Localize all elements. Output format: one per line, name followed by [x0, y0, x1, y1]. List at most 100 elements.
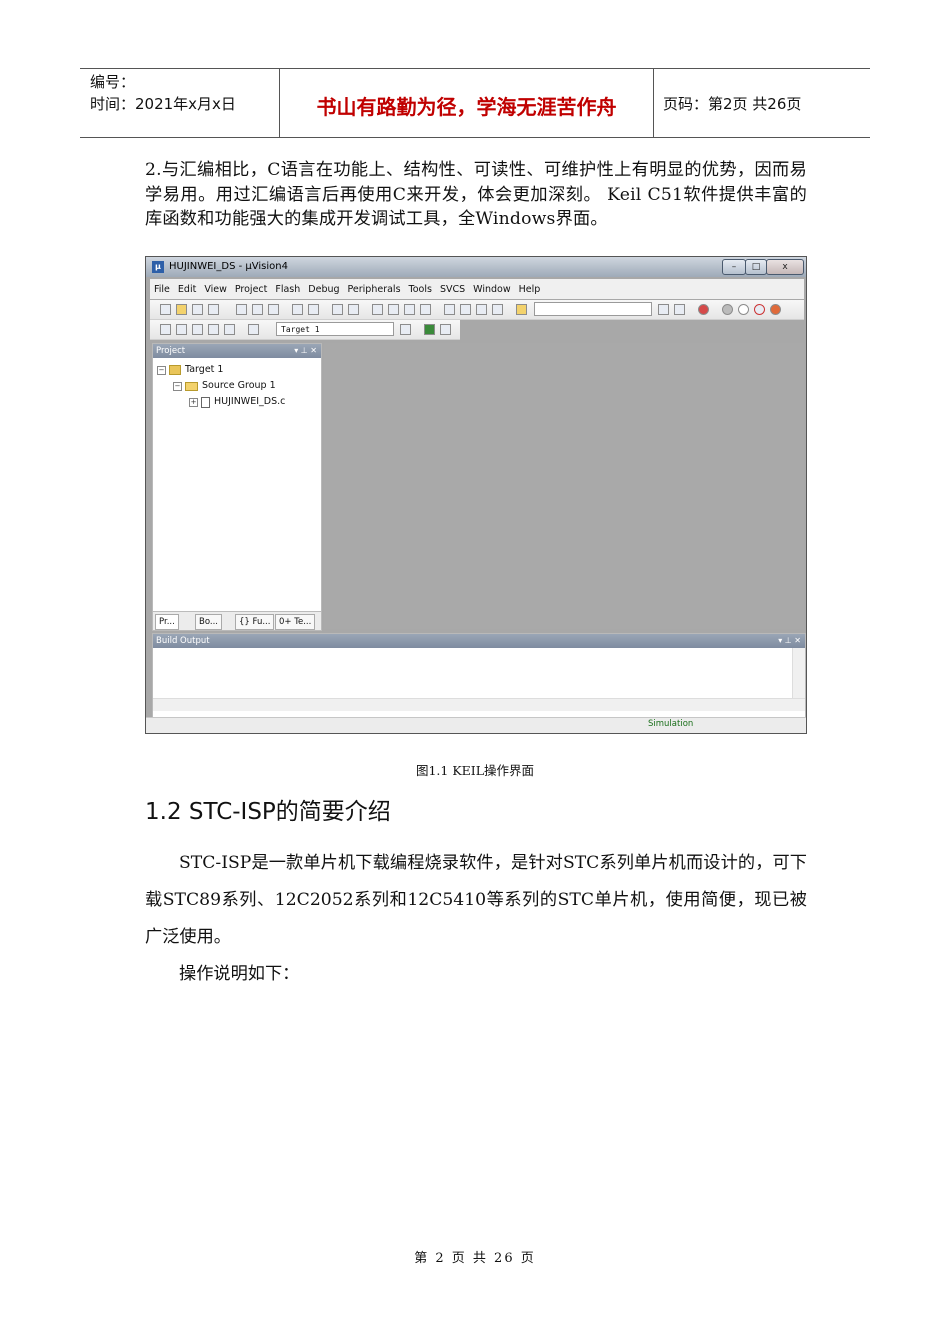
minimize-button[interactable]: –	[722, 259, 746, 275]
editor-area[interactable]	[324, 343, 804, 629]
tree-group-label: Source Group 1	[202, 380, 276, 391]
unindent-icon[interactable]	[460, 304, 471, 315]
menu-help[interactable]: Help	[519, 284, 541, 295]
maximize-button[interactable]: □	[745, 259, 767, 275]
target-options-icon[interactable]	[400, 324, 411, 335]
menu-edit[interactable]: Edit	[178, 284, 196, 295]
save-all-icon[interactable]	[208, 304, 219, 315]
tree-item-file[interactable]: + HUJINWEI_DS.c	[189, 394, 285, 410]
undo-icon[interactable]	[292, 304, 303, 315]
next-bookmark-icon[interactable]	[404, 304, 415, 315]
panel-controls-icon[interactable]: ▾ ⊥ ✕	[778, 634, 801, 648]
window-title: HUJINWEI_DS - μVision4	[169, 261, 288, 272]
uvision-app-icon: μ	[152, 261, 164, 273]
time-label: 时间：2021年x月x日	[90, 95, 236, 113]
number-label: 编号：	[90, 73, 136, 91]
rebuild-icon[interactable]	[192, 324, 203, 335]
translate-icon[interactable]	[160, 324, 171, 335]
build-output-panel: Build Output ▾ ⊥ ✕	[152, 633, 806, 729]
menu-peripherals[interactable]: Peripherals	[348, 284, 401, 295]
project-tree: − Target 1 − Source Group 1 + HUJINWEI_D…	[157, 362, 285, 410]
menu-flash[interactable]: Flash	[275, 284, 300, 295]
search-combo[interactable]	[534, 302, 652, 316]
cut-icon[interactable]	[236, 304, 247, 315]
open-folder-icon[interactable]	[176, 304, 187, 315]
paste-icon[interactable]	[268, 304, 279, 315]
main-toolbar	[150, 300, 804, 320]
tree-file-label: HUJINWEI_DS.c	[214, 396, 286, 407]
section-paragraph: 操作说明如下：	[179, 964, 300, 984]
prev-bookmark-icon[interactable]	[388, 304, 399, 315]
section-body: STC-ISP是一款单片机下载编程烧录软件，是针对STC系列单片机而设计的，可下…	[145, 845, 807, 993]
expand-icon[interactable]: +	[189, 397, 198, 407]
build-icon[interactable]	[176, 324, 187, 335]
collapse-icon[interactable]: −	[173, 381, 182, 391]
project-panel: Project ▾ ⊥ ✕ − Target 1 − Source Group …	[152, 343, 322, 631]
bookmark-icon[interactable]	[372, 304, 383, 315]
disable-breakpoint-icon[interactable]	[738, 304, 749, 315]
incremental-find-icon[interactable]	[674, 304, 685, 315]
close-button[interactable]: x	[766, 259, 804, 275]
configure-icon[interactable]	[770, 304, 781, 315]
keil-screenshot: μ HUJINWEI_DS - μVision4 – □ x File Edit…	[145, 256, 807, 734]
menu-debug[interactable]: Debug	[308, 284, 339, 295]
tab-books[interactable]: Bo...	[195, 614, 222, 630]
save-icon[interactable]	[192, 304, 203, 315]
menu-tools[interactable]: Tools	[409, 284, 432, 295]
redo-icon[interactable]	[308, 304, 319, 315]
tab-project[interactable]: Pr...	[155, 614, 179, 630]
new-file-icon[interactable]	[160, 304, 171, 315]
find-in-files-icon[interactable]	[516, 304, 527, 315]
panel-controls-icon[interactable]: ▾ ⊥ ✕	[294, 344, 317, 358]
menu-svcs[interactable]: SVCS	[440, 284, 465, 295]
figure-caption: 图1.1 KEIL操作界面	[415, 763, 535, 778]
menu-project[interactable]: Project	[235, 284, 268, 295]
horizontal-scrollbar[interactable]	[153, 698, 805, 711]
collapse-icon[interactable]: −	[157, 365, 166, 375]
select-device-icon[interactable]	[440, 324, 451, 335]
comment-icon[interactable]	[476, 304, 487, 315]
menu-file[interactable]: File	[154, 284, 170, 295]
target-dropdown[interactable]: Target 1	[276, 322, 394, 336]
manage-components-icon[interactable]	[424, 324, 435, 335]
intro-paragraph: 2.与汇编相比，C语言在功能上、结构性、可读性、可维护性上有明显的优势，因而易学…	[145, 160, 807, 229]
stop-build-icon[interactable]	[224, 324, 235, 335]
project-panel-header: Project ▾ ⊥ ✕	[153, 344, 321, 358]
debug-session-icon[interactable]	[698, 304, 709, 315]
nav-forward-icon[interactable]	[348, 304, 359, 315]
tab-templates[interactable]: 0+ Te...	[275, 614, 316, 630]
build-toolbar: Target 1	[150, 320, 460, 340]
menu-view[interactable]: View	[204, 284, 227, 295]
batch-build-icon[interactable]	[208, 324, 219, 335]
tree-target-label: Target 1	[185, 364, 224, 375]
window-titlebar: μ HUJINWEI_DS - μVision4 – □ x	[146, 257, 806, 277]
tree-item-group[interactable]: − Source Group 1	[173, 378, 285, 394]
vertical-scrollbar[interactable]	[792, 648, 805, 698]
page-footer: 第 2 页 共 26 页	[414, 1251, 536, 1266]
tab-functions[interactable]: {} Fu...	[235, 614, 275, 630]
project-panel-title: Project	[156, 346, 186, 356]
menu-bar: File Edit View Project Flash Debug Perip…	[150, 279, 804, 299]
find-icon[interactable]	[658, 304, 669, 315]
header-page-info: 页码：第2页 共26页	[663, 94, 802, 113]
c-file-icon	[201, 396, 210, 408]
page-header: 编号： 时间：2021年x月x日 书山有路勤为径，学海无涯苦作舟 页码：第2页 …	[80, 68, 870, 138]
download-icon[interactable]	[248, 324, 259, 335]
build-output-title: Build Output	[156, 636, 210, 646]
target-icon	[169, 365, 181, 375]
section-heading: 1.2 STC-ISP的简要介绍	[145, 799, 391, 825]
status-simulation: Simulation	[648, 719, 694, 729]
section-paragraph: STC-ISP是一款单片机下载编程烧录软件，是针对STC系列单片机而设计的，可下…	[145, 853, 807, 947]
tree-item-target[interactable]: − Target 1	[157, 362, 285, 378]
indent-icon[interactable]	[444, 304, 455, 315]
project-panel-tabs: Pr... Bo... {} Fu... 0+ Te...	[153, 611, 321, 630]
clear-bookmarks-icon[interactable]	[420, 304, 431, 315]
status-bar: Simulation	[146, 717, 806, 733]
kill-breakpoints-icon[interactable]	[754, 304, 765, 315]
header-motto: 书山有路勤为径，学海无涯苦作舟	[280, 69, 654, 137]
menu-window[interactable]: Window	[473, 284, 510, 295]
copy-icon[interactable]	[252, 304, 263, 315]
breakpoint-icon[interactable]	[722, 304, 733, 315]
uncomment-icon[interactable]	[492, 304, 503, 315]
nav-back-icon[interactable]	[332, 304, 343, 315]
